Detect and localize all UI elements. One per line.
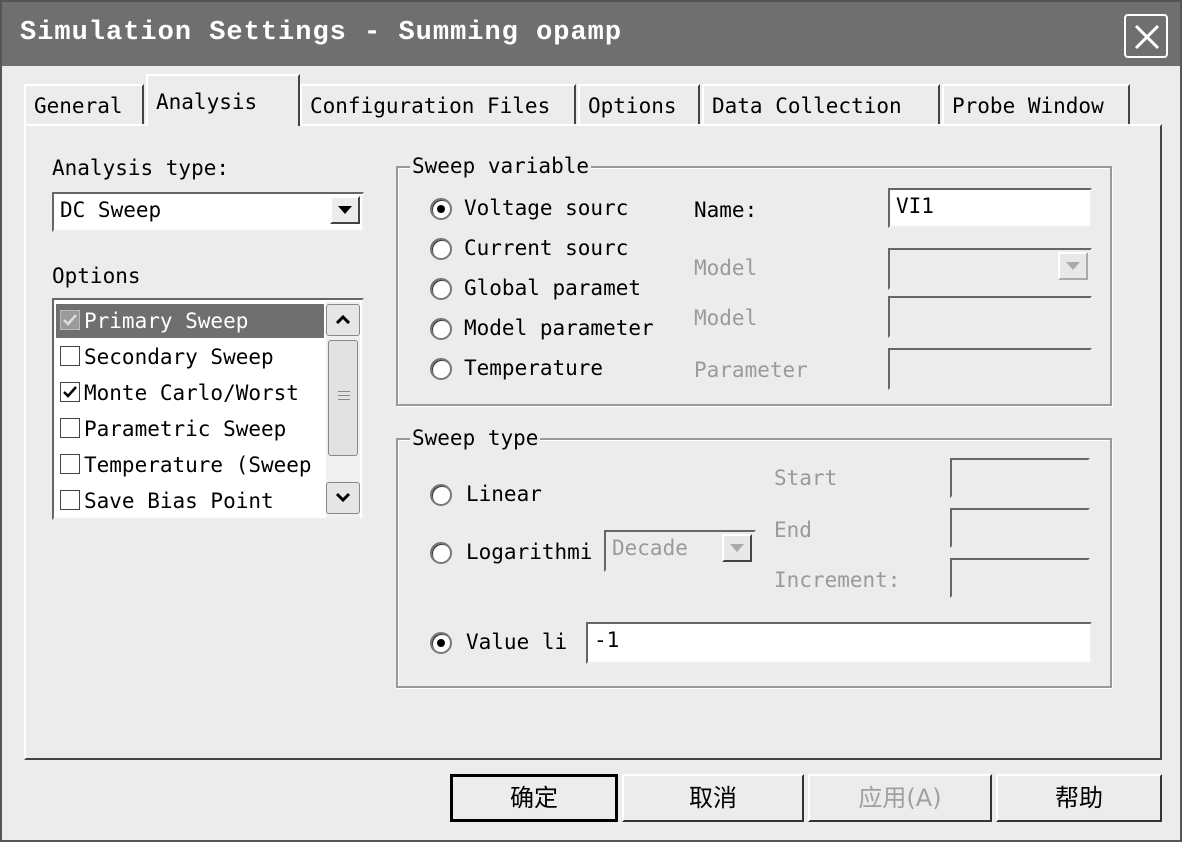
- ok-button[interactable]: 确定: [450, 774, 618, 822]
- list-item-label: Temperature (Sweep: [84, 453, 312, 477]
- parameter-label: Parameter: [694, 358, 808, 382]
- options-scrollbar[interactable]: [326, 302, 360, 518]
- tab-general[interactable]: General: [24, 84, 144, 124]
- radio-temperature[interactable]: [430, 358, 452, 380]
- list-item-label: Monte Carlo/Worst: [84, 381, 299, 405]
- name-input[interactable]: VI1: [888, 188, 1092, 228]
- radio-voltage-source[interactable]: [430, 198, 452, 220]
- model-parameter-label: Model parameter: [464, 316, 654, 340]
- close-button[interactable]: [1124, 14, 1168, 58]
- log-unit-dropdown-button[interactable]: [722, 534, 752, 562]
- analysis-type-label: Analysis type:: [52, 156, 230, 180]
- list-item-label: Parametric Sweep: [84, 417, 287, 441]
- linear-label: Linear: [466, 482, 542, 506]
- tab-options[interactable]: Options: [578, 84, 700, 124]
- tab-probe-window[interactable]: Probe Window: [942, 84, 1130, 124]
- chevron-down-icon: [730, 544, 744, 552]
- name-value: VI1: [896, 194, 934, 218]
- value-list-label: Value li: [466, 630, 568, 654]
- cancel-button[interactable]: 取消: [622, 774, 804, 822]
- checkbox-primary-sweep[interactable]: [60, 310, 80, 330]
- value-list-input[interactable]: -1: [586, 622, 1092, 664]
- window-title: Simulation Settings - Summing opamp: [20, 18, 623, 48]
- analysis-type-combo[interactable]: DC Sweep: [52, 192, 364, 232]
- checkbox-parametric-sweep[interactable]: [60, 418, 80, 438]
- log-unit-value: Decade: [612, 536, 688, 560]
- radio-value-list[interactable]: [430, 632, 452, 654]
- chevron-up-icon: [335, 314, 351, 324]
- options-label: Options: [52, 264, 141, 288]
- help-button[interactable]: 帮助: [996, 774, 1162, 822]
- radio-global-parameter[interactable]: [430, 278, 452, 300]
- start-label: Start: [774, 466, 838, 490]
- start-input[interactable]: [950, 458, 1090, 498]
- list-item-monte-carlo[interactable]: Monte Carlo/Worst: [56, 376, 324, 410]
- temperature-label: Temperature: [464, 356, 604, 380]
- tab-analysis[interactable]: Analysis: [146, 74, 300, 126]
- scroll-thumb[interactable]: [328, 340, 358, 456]
- options-listbox[interactable]: Primary Sweep Secondary Sweep Monte Carl…: [52, 298, 364, 520]
- list-item-primary-sweep[interactable]: Primary Sweep: [56, 304, 324, 338]
- checkbox-temperature-sweep[interactable]: [60, 454, 80, 474]
- radio-linear[interactable]: [430, 484, 452, 506]
- list-item-label: Save Bias Point: [84, 489, 274, 513]
- sweep-type-title: Sweep type: [410, 426, 541, 450]
- list-item-label: Secondary Sweep: [84, 345, 274, 369]
- sweep-variable-title: Sweep variable: [410, 154, 592, 178]
- model-name-label: Model: [694, 306, 758, 330]
- title-bar: Simulation Settings - Summing opamp: [2, 2, 1180, 66]
- global-parameter-label: Global paramet: [464, 276, 642, 300]
- list-item-temperature-sweep[interactable]: Temperature (Sweep: [56, 448, 324, 482]
- current-source-label: Current sourc: [464, 236, 629, 260]
- model-type-dropdown-button[interactable]: [1058, 252, 1088, 280]
- checkbox-save-bias-point[interactable]: [60, 490, 80, 510]
- model-type-combo[interactable]: [888, 248, 1092, 290]
- scroll-up-button[interactable]: [326, 304, 360, 336]
- radio-model-parameter[interactable]: [430, 318, 452, 340]
- name-label: Name:: [694, 198, 758, 222]
- voltage-source-label: Voltage sourc: [464, 196, 629, 220]
- log-unit-combo[interactable]: Decade: [604, 530, 756, 572]
- parameter-input[interactable]: [888, 348, 1092, 390]
- list-item-secondary-sweep[interactable]: Secondary Sweep: [56, 340, 324, 374]
- check-icon: [63, 314, 77, 326]
- chevron-down-icon: [335, 492, 351, 502]
- list-item-save-bias-point[interactable]: Save Bias Point: [56, 484, 324, 518]
- close-icon: [1134, 24, 1160, 50]
- model-type-label: Model: [694, 256, 758, 280]
- checkbox-monte-carlo[interactable]: [60, 382, 80, 402]
- radio-current-source[interactable]: [430, 238, 452, 260]
- tab-data-collection[interactable]: Data Collection: [702, 84, 940, 124]
- simulation-settings-dialog: Simulation Settings - Summing opamp Gene…: [0, 0, 1182, 842]
- apply-button[interactable]: 应用(A): [808, 774, 992, 822]
- value-list-value: -1: [594, 628, 620, 652]
- model-name-input[interactable]: [888, 296, 1092, 338]
- end-input[interactable]: [950, 508, 1090, 548]
- logarithmic-label: Logarithmi: [466, 540, 593, 564]
- chevron-down-icon: [338, 206, 352, 214]
- scroll-down-button[interactable]: [326, 482, 360, 514]
- end-label: End: [774, 518, 812, 542]
- analysis-type-value: DC Sweep: [60, 198, 162, 222]
- checkbox-secondary-sweep[interactable]: [60, 346, 80, 366]
- check-icon: [63, 386, 77, 398]
- list-item-parametric-sweep[interactable]: Parametric Sweep: [56, 412, 324, 446]
- list-item-label: Primary Sweep: [84, 309, 249, 333]
- tab-configuration-files[interactable]: Configuration Files: [300, 84, 576, 124]
- increment-input[interactable]: [950, 558, 1090, 598]
- analysis-type-dropdown-button[interactable]: [330, 196, 360, 224]
- increment-label: Increment:: [774, 568, 901, 592]
- radio-logarithmic[interactable]: [430, 542, 452, 564]
- chevron-down-icon: [1066, 262, 1080, 270]
